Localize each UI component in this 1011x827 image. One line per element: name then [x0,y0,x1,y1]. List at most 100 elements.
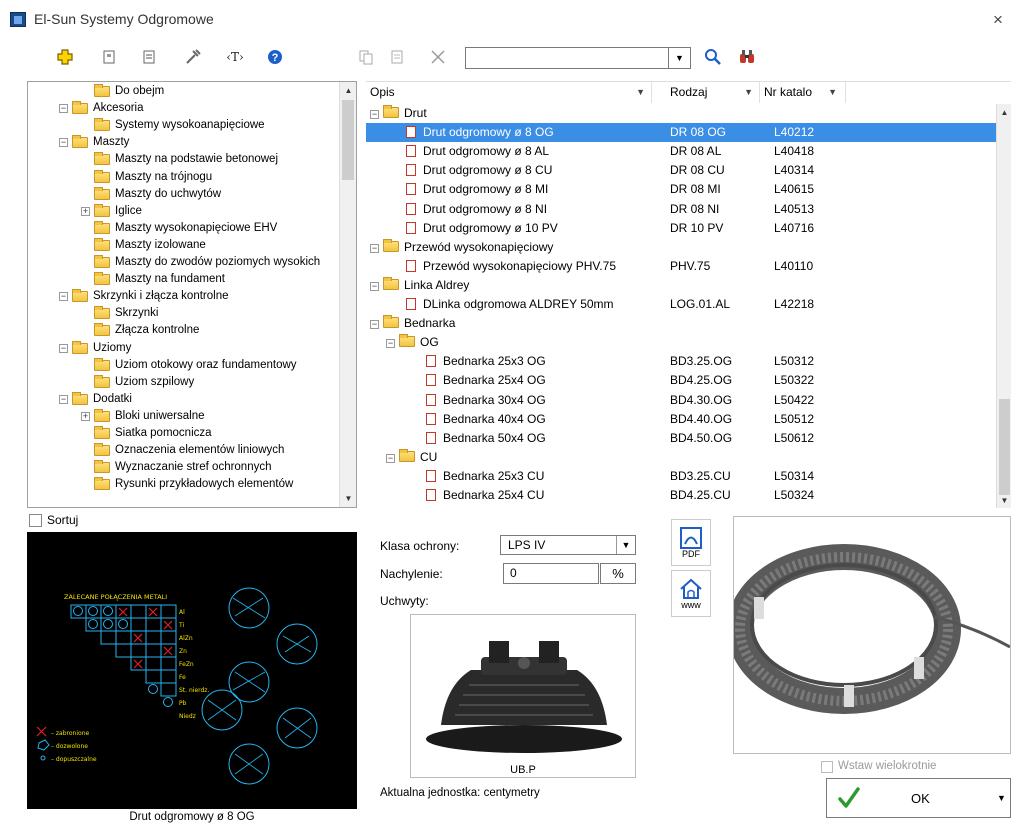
tree-item[interactable]: Oznaczenia elementów liniowych [94,442,284,459]
tree-item[interactable]: Siatka pomocnicza [94,425,212,442]
tree-item[interactable]: Wyznaczanie stref ochronnych [94,459,272,476]
list-item[interactable]: Bednarka 25x4 OG BD4.25.OG L50322 [366,371,996,390]
list-icon[interactable] [136,44,162,70]
chevron-down-icon[interactable]: ▼ [636,82,645,102]
list-item[interactable]: Bednarka 25x3 OG BD3.25.OG L50312 [366,352,996,371]
tree-item[interactable]: Maszty na trójnogu [94,169,212,186]
tree-item[interactable]: Maszty na fundament [94,271,225,288]
collapse-icon[interactable]: − [386,339,395,349]
delete-icon[interactable] [425,44,451,70]
collapse-icon[interactable]: − [59,292,68,302]
tree-item[interactable]: Rysunki przykładowych elementów [94,476,293,493]
list-item[interactable]: Drut odgromowy ø 8 NI DR 08 NI L40513 [366,200,996,219]
list-item[interactable]: Bednarka 40x4 OG BD4.40.OG L50512 [366,410,996,429]
copy-icon[interactable] [353,44,379,70]
expand-icon[interactable]: + [81,411,90,421]
tree-scrollbar[interactable]: ▲ ▼ [339,82,356,507]
chevron-down-icon[interactable]: ▼ [828,82,837,102]
search-input[interactable] [465,47,691,69]
tree-item[interactable]: Systemy wysokoanapięciowe [94,117,265,134]
text-tag-icon[interactable]: ‹T› [222,44,248,70]
add-icon[interactable] [52,44,78,70]
column-header-nr[interactable]: Nr katalo ▼ [760,82,846,103]
tree-item[interactable]: Maszty do uchwytów [94,186,221,203]
holder-image[interactable] [410,614,636,778]
expand-icon[interactable]: + [81,206,90,216]
www-button[interactable]: www [671,570,711,617]
search-icon[interactable] [700,44,726,70]
list-item[interactable]: Bednarka 50x4 OG BD4.50.OG L50612 [366,429,996,448]
tree-item[interactable]: Maszty izolowane [94,237,206,254]
paste-icon[interactable] [384,44,410,70]
help-icon[interactable]: ? [262,44,288,70]
list-group[interactable]: − OG [366,333,996,352]
list-item[interactable]: Drut odgromowy ø 10 PV DR 10 PV L40716 [366,219,996,238]
ok-dropdown-button[interactable]: ▼ [993,778,1011,818]
nachylenie-input[interactable]: 0 [503,563,599,584]
scroll-thumb[interactable] [999,399,1010,495]
list-item[interactable]: Bednarka 30x4 OG BD4.30.OG L50422 [366,391,996,410]
collapse-icon[interactable]: − [59,104,68,114]
tree-item[interactable]: − Maszty [59,134,129,151]
category-tree[interactable]: Do obejm − Akcesoria Systemy wysokoanapięci… [27,81,357,508]
tree-item[interactable]: Maszty na podstawie betonowej [94,151,278,168]
rodzaj-cell: DR 10 PV [670,220,724,235]
tree-item[interactable]: − Skrzynki i złącza kontrolne [59,288,229,305]
tree-item[interactable]: − Uziomy [59,340,131,357]
percent-button[interactable]: % [600,563,636,584]
column-header-rodzaj[interactable]: Rodzaj ▼ [666,82,760,103]
tree-item[interactable]: + Bloki uniwersalne [81,408,205,425]
collapse-icon[interactable]: − [59,138,68,148]
scroll-thumb[interactable] [342,100,354,180]
tree-item[interactable]: − Dodatki [59,391,132,408]
sort-checkbox[interactable] [29,514,42,527]
list-item[interactable]: Bednarka 25x3 CU BD3.25.CU L50314 [366,467,996,486]
chevron-down-icon[interactable]: ▼ [744,82,753,102]
list-group[interactable]: − CU [366,448,996,467]
list-group[interactable]: − Drut [366,104,996,123]
collapse-icon[interactable]: − [370,281,379,291]
collapse-icon[interactable]: − [370,320,379,330]
column-header-opis[interactable]: Opis ▼ [366,82,652,103]
tree-item[interactable]: Maszty do zwodów poziomych wysokich [94,254,320,271]
product-list[interactable]: Opis ▼ Rodzaj ▼ Nr katalo ▼ − Drut Drut odgro… [366,81,1011,508]
collapse-icon[interactable]: − [59,343,68,353]
tree-item[interactable]: − Akcesoria [59,100,144,117]
klasa-select[interactable]: LPS IV ▼ [500,535,636,555]
close-icon[interactable]: × [993,10,1003,30]
collapse-icon[interactable]: − [386,453,395,463]
list-item[interactable]: Drut odgromowy ø 8 OG DR 08 OG L40212 [366,123,996,143]
list-item[interactable]: Drut odgromowy ø 8 AL DR 08 AL L40418 [366,142,996,161]
list-scrollbar[interactable]: ▲ ▼ [996,104,1011,508]
list-group[interactable]: − Przewód wysokonapięciowy [366,238,996,257]
ok-button[interactable]: OK [826,778,997,818]
binoculars-icon[interactable] [734,44,760,70]
scroll-up-icon[interactable]: ▲ [340,82,356,99]
list-item[interactable]: DLinka odgromowa ALDREY 50mm LOG.01.AL L42… [366,295,996,314]
list-item[interactable]: Drut odgromowy ø 8 MI DR 08 MI L40615 [366,180,996,199]
wstaw-checkbox[interactable] [821,761,833,773]
tools-icon[interactable] [180,44,206,70]
tree-item[interactable]: Do obejm [94,83,164,100]
search-dropdown-button[interactable]: ▼ [668,47,691,69]
tree-item[interactable]: Złącza kontrolne [94,322,199,339]
list-group[interactable]: − Linka Aldrey [366,276,996,295]
tree-item[interactable]: Uziom szpilowy [94,374,194,391]
scroll-down-icon[interactable]: ▼ [340,490,356,507]
tree-item[interactable]: + Iglice [81,203,142,220]
list-item[interactable]: Bednarka 25x4 CU BD4.25.CU L50324 [366,486,996,505]
list-item[interactable]: Przewód wysokonapięciowy PHV.75 PHV.75 L40… [366,257,996,276]
properties-icon[interactable] [96,44,122,70]
scroll-up-icon[interactable]: ▲ [997,104,1011,121]
scroll-down-icon[interactable]: ▼ [997,492,1011,508]
chevron-down-icon[interactable]: ▼ [616,536,635,554]
tree-item[interactable]: Skrzynki [94,305,158,322]
pdf-button[interactable]: PDF [671,519,711,566]
collapse-icon[interactable]: − [370,243,379,253]
collapse-icon[interactable]: − [59,394,68,404]
list-item[interactable]: Drut odgromowy ø 8 CU DR 08 CU L40314 [366,161,996,180]
collapse-icon[interactable]: − [370,110,379,119]
tree-item[interactable]: Maszty wysokonapięciowe EHV [94,220,277,237]
list-group[interactable]: − Bednarka [366,314,996,333]
tree-item[interactable]: Uziom otokowy oraz fundamentowy [94,357,297,374]
